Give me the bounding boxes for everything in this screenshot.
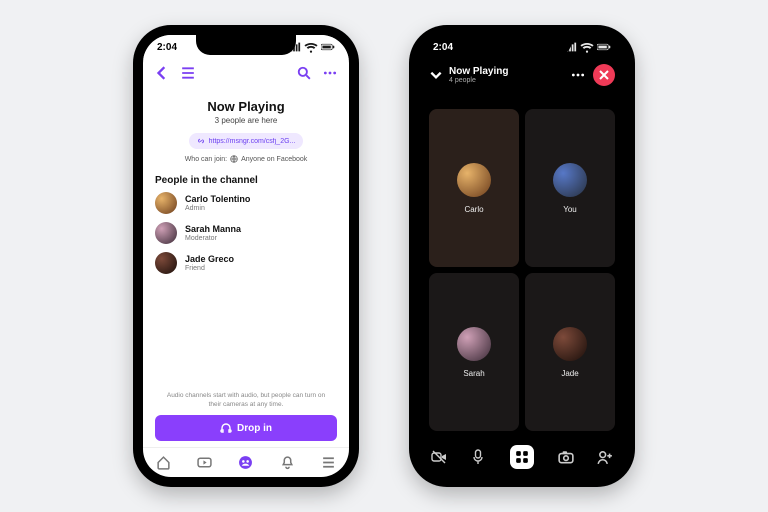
status-time: 2:04 — [157, 42, 177, 53]
page-title: Now Playing — [155, 99, 337, 114]
video-icon[interactable] — [197, 455, 212, 470]
bell-icon[interactable] — [280, 455, 295, 470]
person-name: Sarah Manna — [185, 224, 241, 234]
list-item[interactable]: Sarah Manna Moderator — [155, 222, 337, 244]
tab-bar — [143, 447, 349, 477]
participant-tile[interactable]: You — [525, 109, 615, 267]
top-nav — [143, 59, 349, 87]
call-controls — [419, 437, 625, 477]
participant-tile[interactable]: Carlo — [429, 109, 519, 267]
avatar — [457, 163, 491, 197]
phone-left: 2:04 Now Playing 3 people are here h — [133, 25, 359, 487]
call-subtitle: 4 people — [449, 77, 508, 84]
people-list: Carlo Tolentino Admin Sarah Manna Modera… — [155, 192, 337, 274]
person-role: Moderator — [185, 235, 241, 242]
menu-icon[interactable] — [181, 66, 195, 80]
participant-tile[interactable]: Sarah — [429, 273, 519, 431]
more-icon[interactable] — [323, 66, 337, 80]
people-header: People in the channel — [155, 175, 337, 186]
headphones-icon — [220, 422, 232, 434]
camera-icon[interactable] — [558, 449, 574, 465]
status-time: 2:04 — [433, 42, 453, 53]
screen-right: 2:04 Now Playing 4 people — [419, 35, 625, 477]
page-subtitle: 3 people are here — [155, 116, 337, 125]
participant-name: Carlo — [464, 205, 483, 214]
wifi-icon — [304, 40, 318, 54]
share-link-text: https://msngr.com/csfj_2G... — [209, 138, 296, 145]
list-item[interactable]: Jade Greco Friend — [155, 252, 337, 274]
avatar — [553, 327, 587, 361]
participant-grid: Carlo You Sarah Jade — [419, 91, 625, 437]
video-off-icon[interactable] — [431, 449, 447, 465]
person-name: Carlo Tolentino — [185, 194, 250, 204]
person-role: Friend — [185, 265, 234, 272]
phone-right: 2:04 Now Playing 4 people — [409, 25, 635, 487]
list-item[interactable]: Carlo Tolentino Admin — [155, 192, 337, 214]
wifi-icon — [580, 40, 594, 54]
person-name: Jade Greco — [185, 254, 234, 264]
battery-icon — [597, 40, 611, 54]
globe-icon — [230, 155, 238, 163]
share-link-pill[interactable]: https://msngr.com/csfj_2G... — [189, 133, 304, 149]
participant-name: Sarah — [463, 369, 484, 378]
link-icon — [197, 137, 205, 145]
call-title: Now Playing — [449, 66, 508, 77]
grid-view-button[interactable] — [510, 445, 534, 469]
more-icon[interactable] — [571, 68, 585, 82]
participant-name: Jade — [561, 369, 578, 378]
call-header: Now Playing 4 people — [419, 59, 625, 91]
add-people-icon[interactable] — [597, 449, 613, 465]
close-icon — [599, 70, 609, 80]
battery-icon — [321, 40, 335, 54]
drop-in-label: Drop in — [237, 423, 272, 434]
screen-left: 2:04 Now Playing 3 people are here h — [143, 35, 349, 477]
who-can-join-value: Anyone on Facebook — [241, 156, 307, 163]
avatar — [155, 192, 177, 214]
main-content: Now Playing 3 people are here https://ms… — [143, 87, 349, 447]
avatar — [553, 163, 587, 197]
back-icon[interactable] — [155, 66, 169, 80]
who-can-join-label: Who can join: — [185, 156, 227, 163]
end-call-button[interactable] — [593, 64, 615, 86]
participant-name: You — [563, 205, 577, 214]
notch — [472, 35, 572, 55]
chevron-down-icon[interactable] — [429, 68, 443, 82]
home-icon[interactable] — [156, 455, 171, 470]
notch — [196, 35, 296, 55]
footer-note: Audio channels start with audio, but peo… — [155, 392, 337, 409]
groups-icon[interactable] — [238, 455, 253, 470]
grid-icon — [515, 450, 529, 464]
drop-in-button[interactable]: Drop in — [155, 415, 337, 441]
person-role: Admin — [185, 205, 250, 212]
participant-tile[interactable]: Jade — [525, 273, 615, 431]
avatar — [457, 327, 491, 361]
search-icon[interactable] — [297, 66, 311, 80]
who-can-join: Who can join: Anyone on Facebook — [155, 155, 337, 163]
hamburger-icon[interactable] — [321, 455, 336, 470]
avatar — [155, 222, 177, 244]
mic-icon[interactable] — [470, 449, 486, 465]
avatar — [155, 252, 177, 274]
